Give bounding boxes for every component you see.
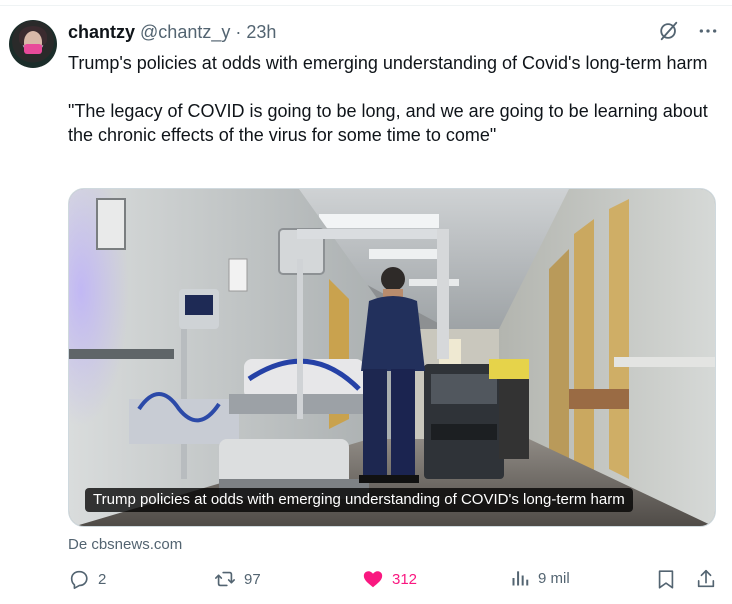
author-handle[interactable]: @chantz_y bbox=[140, 22, 230, 43]
like-button[interactable]: 312 bbox=[362, 568, 417, 590]
post-time[interactable]: · 23h bbox=[235, 22, 276, 43]
tweet-text: Trump's policies at odds with emerging u… bbox=[68, 51, 708, 147]
card-caption: Trump policies at odds with emerging und… bbox=[85, 488, 633, 512]
repost-button[interactable]: 97 bbox=[214, 568, 261, 590]
share-icon bbox=[695, 568, 717, 590]
top-actions bbox=[658, 20, 718, 42]
views-button[interactable]: 9 mil bbox=[510, 568, 570, 588]
views-icon bbox=[510, 568, 530, 588]
tweet-text-headline: Trump's policies at odds with emerging u… bbox=[68, 53, 708, 73]
like-count: 312 bbox=[392, 570, 418, 588]
repost-count: 97 bbox=[244, 570, 261, 588]
card-source[interactable]: De cbsnews.com bbox=[68, 536, 182, 553]
avatar[interactable] bbox=[9, 20, 57, 68]
heart-icon bbox=[362, 568, 384, 590]
repost-icon bbox=[214, 568, 236, 590]
grok-icon[interactable] bbox=[658, 20, 680, 42]
reply-button[interactable]: 2 bbox=[68, 568, 106, 590]
hospital-photo bbox=[69, 189, 715, 526]
tweet-text-quote: "The legacy of COVID is going to be long… bbox=[68, 101, 708, 145]
views-count: 9 mil bbox=[538, 569, 570, 587]
top-divider bbox=[0, 0, 732, 6]
link-card[interactable]: Trump policies at odds with emerging und… bbox=[68, 188, 716, 527]
reply-count: 2 bbox=[98, 570, 107, 588]
action-bar: 2 97 312 9 mil bbox=[68, 568, 718, 594]
share-button[interactable] bbox=[695, 568, 717, 590]
tweet-header: chantzy @chantz_y · 23h bbox=[68, 22, 276, 44]
more-icon[interactable] bbox=[698, 21, 718, 41]
reply-icon bbox=[68, 568, 90, 590]
bookmark-button[interactable] bbox=[655, 568, 677, 590]
author-name[interactable]: chantzy bbox=[68, 22, 135, 43]
bookmark-icon bbox=[655, 568, 677, 590]
